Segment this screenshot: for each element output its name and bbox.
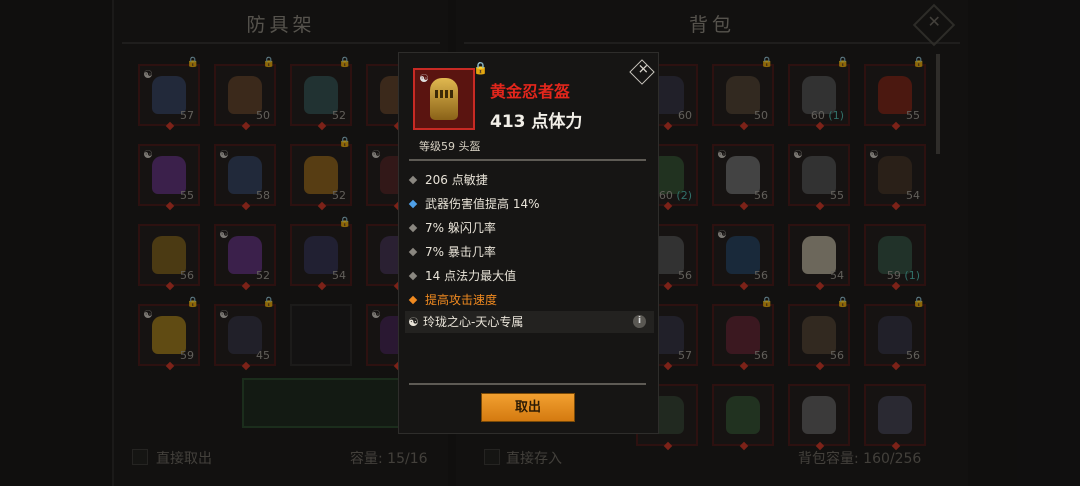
stat-text: 武器伤害值提高 14% <box>425 197 540 211</box>
stat-text: 7% 暴击几率 <box>425 245 496 259</box>
bullet-icon <box>408 175 418 185</box>
helmet-icon <box>430 78 458 120</box>
stat-line: 7% 暴击几率 <box>408 241 649 263</box>
bullet-icon <box>408 223 418 233</box>
tooltip-close-button[interactable]: ✕ <box>629 59 655 85</box>
stat-line: 提高攻击速度 <box>408 289 649 311</box>
item-name: 黄金忍者盔 <box>490 82 571 101</box>
item-icon: ☯ <box>413 68 475 130</box>
stat-text: 206 点敏捷 <box>425 173 488 187</box>
stat-text: 14 点法力最大值 <box>425 269 517 283</box>
bullet-icon <box>408 247 418 257</box>
stat-text: 7% 躲闪几率 <box>425 221 496 235</box>
yin-yang-icon: ☯ <box>419 72 429 85</box>
item-level-type: 等级59 头盔 <box>419 140 481 153</box>
stat-line: 武器伤害值提高 14% <box>408 193 649 215</box>
bullet-icon <box>408 199 418 209</box>
info-icon[interactable]: i <box>633 315 646 328</box>
stat-line: 14 点法力最大值 <box>408 265 649 287</box>
item-tooltip: ☯ 🔒 黄金忍者盔 413 点体力 等级59 头盔 ✕ 206 点敏捷 武器伤害… <box>398 52 659 434</box>
stat-text: 提高攻击速度 <box>425 293 498 307</box>
divider <box>409 159 646 161</box>
divider <box>409 383 646 385</box>
take-out-button[interactable]: 取出 <box>481 393 575 422</box>
bullet-icon <box>408 295 418 305</box>
set-name: 玲珑之心-天心专属 <box>423 315 524 329</box>
helmet-visor <box>435 90 453 98</box>
bullet-icon <box>408 271 418 281</box>
stat-line: 206 点敏捷 <box>408 169 649 191</box>
item-main-stat: 413 点体力 <box>490 112 583 132</box>
close-icon: ✕ <box>637 62 649 78</box>
lock-icon[interactable]: 🔒 <box>473 61 488 75</box>
stat-line: 7% 躲闪几率 <box>408 217 649 239</box>
yin-yang-icon: ☯ <box>408 315 419 329</box>
set-bonus-row[interactable]: ☯ 玲珑之心-天心专属 i <box>405 311 654 333</box>
